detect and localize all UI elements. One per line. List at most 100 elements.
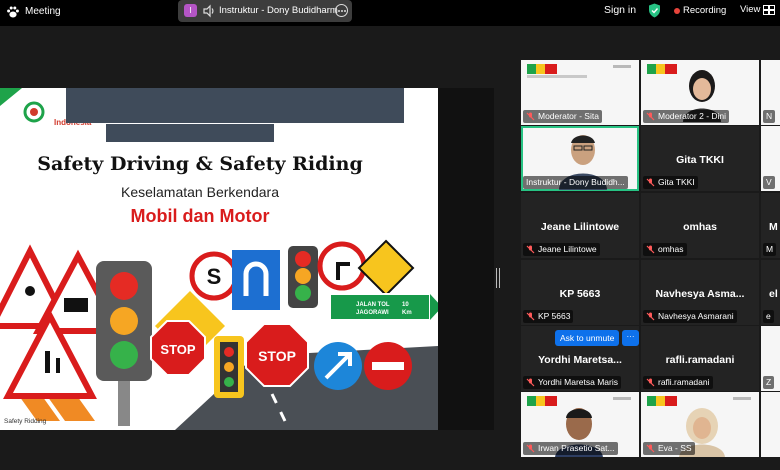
thumbnail-line <box>733 397 751 400</box>
participant-name: Instruktur - Dony Budidh... <box>523 176 628 189</box>
muted-mic-icon <box>526 112 535 121</box>
panel-resize-handle[interactable] <box>496 268 500 288</box>
participant-display-name: Yordhi Maretsa... <box>538 354 622 366</box>
muted-mic-icon <box>526 312 535 321</box>
participant-label: Moderator 2 - Dini <box>658 111 727 121</box>
participant-name: Z <box>763 376 775 389</box>
participant-display-name: el <box>769 288 778 300</box>
redacted-block <box>66 88 404 123</box>
active-speaker-pill[interactable]: I Instruktur - Dony Budidharm <box>178 0 352 22</box>
participant-tile[interactable]: N <box>761 60 780 125</box>
participant-name: Jeane Lilintowe <box>523 243 600 256</box>
muted-mic-icon <box>526 378 535 387</box>
participant-name: M <box>763 243 777 256</box>
participant-tile[interactable]: Irwan Prasetio Sat... <box>521 392 639 457</box>
svg-text:10: 10 <box>402 302 409 308</box>
app-title: Meeting <box>25 6 61 17</box>
participant-tile[interactable]: M M <box>761 193 780 258</box>
participant-display-name: rafli.ramadani <box>665 354 735 366</box>
participant-label: Eva - SS <box>658 443 692 453</box>
participant-label: Navhesya Asmarani <box>658 311 734 321</box>
participant-tile[interactable]: Moderator - Sita <box>521 60 639 125</box>
slide-subtitle: Keselamatan Berkendara <box>121 184 279 200</box>
participant-name: Navhesya Asmarani <box>643 310 737 323</box>
top-bar: Meeting I Instruktur - Dony Budidharm Si… <box>0 0 780 26</box>
participant-tile[interactable]: Moderator 2 - Dini <box>641 60 759 125</box>
participant-name: Irwan Prasetio Sat... <box>523 442 618 455</box>
ask-to-unmute-button[interactable]: Ask to unmute <box>555 330 620 346</box>
thumbnail-logo <box>527 64 557 74</box>
svg-text:JAGORAWI: JAGORAWI <box>356 310 389 316</box>
recording-label[interactable]: Recording <box>683 5 726 16</box>
participant-tile-active-speaker[interactable]: Instruktur - Dony Budidh... <box>521 126 639 191</box>
participant-display-name: omhas <box>683 221 717 233</box>
participant-name: omhas <box>643 243 687 256</box>
muted-mic-icon <box>646 178 655 187</box>
participant-tile[interactable]: el e <box>761 260 780 325</box>
muted-mic-icon <box>646 444 655 453</box>
participant-tile[interactable]: omhas omhas <box>641 193 759 258</box>
view-button[interactable]: View <box>740 4 760 15</box>
participant-label: KP 5663 <box>538 311 571 321</box>
muted-mic-icon <box>646 112 655 121</box>
security-shield-icon <box>649 3 660 18</box>
shared-screen[interactable]: Indonesia Safety Driving & Safety Riding… <box>0 88 438 430</box>
participant-tile[interactable] <box>761 392 780 457</box>
thumbnail-line <box>613 397 631 400</box>
redacted-block <box>106 124 274 142</box>
recording-dot-icon <box>674 8 680 14</box>
participant-name: Eva - SS <box>643 442 695 455</box>
muted-mic-icon <box>646 312 655 321</box>
participant-label: Irwan Prasetio Sat... <box>538 443 615 453</box>
muted-mic-icon <box>646 378 655 387</box>
participant-display-name: Navhesya Asma... <box>655 288 745 300</box>
slide-subtitle-highlight: Mobil dan Motor <box>130 206 270 226</box>
grid-view-icon[interactable] <box>763 5 775 15</box>
svg-text:JALAN TOL: JALAN TOL <box>356 302 390 308</box>
participant-name: rafli.ramadani <box>643 376 713 389</box>
participant-name: KP 5663 <box>523 310 574 323</box>
speaker-name: Instruktur - Dony Budidharm <box>219 5 338 16</box>
svg-text:Km: Km <box>402 310 412 316</box>
participant-name: Moderator 2 - Dini <box>643 110 730 123</box>
thumbnail-line <box>613 65 631 68</box>
traffic-signs-illustration: S JALAN TOL JAGORAWI 10 Km STOP STOP <box>0 239 438 430</box>
participant-display-name: Jeane Lilintowe <box>540 221 620 233</box>
participant-label: M <box>766 244 774 254</box>
speaker-icon <box>203 4 214 18</box>
participant-tile[interactable]: Eva - SS <box>641 392 759 457</box>
participant-label: omhas <box>658 244 684 254</box>
muted-mic-icon <box>526 444 535 453</box>
svg-text:STOP: STOP <box>258 348 296 364</box>
participant-tile[interactable]: Navhesya Asma... Navhesya Asmarani <box>641 260 759 325</box>
participant-label: N <box>766 111 773 121</box>
participant-label: Instruktur - Dony Budidh... <box>526 177 625 187</box>
thumbnail-logo <box>647 64 677 74</box>
sign-in-button[interactable]: Sign in <box>604 4 636 16</box>
slide-footer: Safety Ridding <box>4 418 47 425</box>
participant-label: e <box>766 311 771 321</box>
participant-name: Yordhi Maretsa Maris <box>523 376 621 389</box>
participant-tile[interactable]: KP 5663 KP 5663 <box>521 260 639 325</box>
participant-tile[interactable]: rafli.ramadani rafli.ramadani <box>641 326 759 391</box>
shared-screen-margin <box>438 88 494 430</box>
speaker-badge: I <box>184 4 197 17</box>
participant-label: rafli.ramadani <box>658 377 710 387</box>
participant-name: V <box>763 176 775 189</box>
participant-label: Z <box>766 377 772 387</box>
muted-mic-icon <box>526 245 535 254</box>
paw-icon <box>7 6 19 18</box>
slide-title: Safety Driving & Safety Riding <box>37 153 363 175</box>
participant-display-name: M <box>769 221 778 233</box>
participant-tile[interactable]: Z <box>761 326 780 391</box>
thumbnail-logo <box>647 396 677 406</box>
participant-name: Gita TKKI <box>643 176 698 189</box>
participant-tile[interactable]: Jeane Lilintowe Jeane Lilintowe <box>521 193 639 258</box>
participant-label: Moderator - Sita <box>538 111 599 121</box>
participant-more-button[interactable]: ··· <box>622 330 639 346</box>
participant-tile[interactable]: V <box>761 126 780 191</box>
svg-text:STOP: STOP <box>160 342 195 357</box>
more-options-icon[interactable] <box>335 4 348 17</box>
participant-tile[interactable]: Gita TKKI Gita TKKI <box>641 126 759 191</box>
thumbnail-line <box>527 75 587 78</box>
